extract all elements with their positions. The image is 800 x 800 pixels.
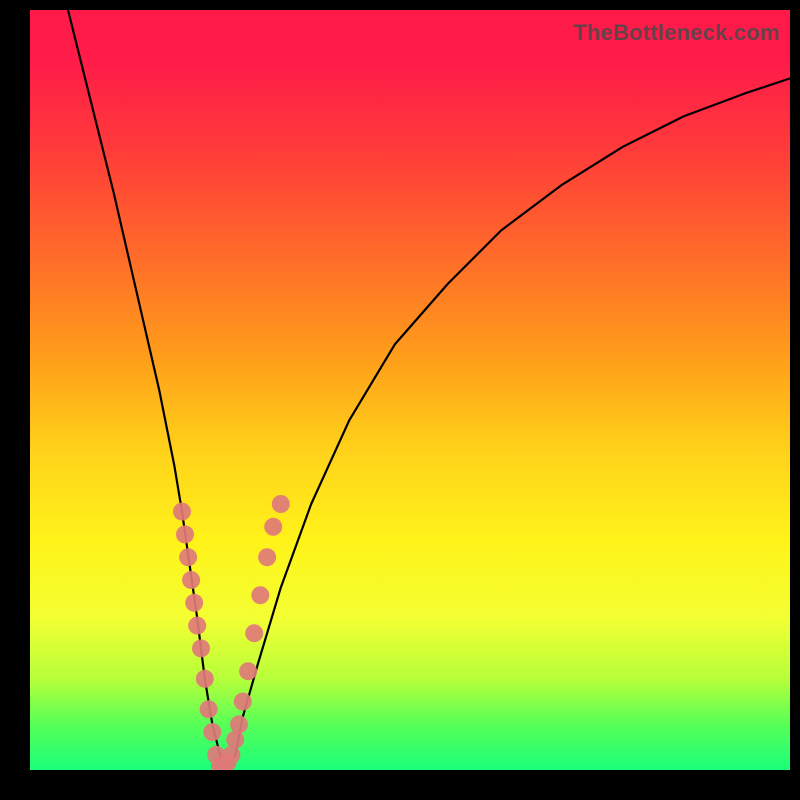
chart-frame: TheBottleneck.com — [0, 0, 800, 800]
data-point — [222, 746, 240, 764]
data-point — [239, 662, 257, 680]
chart-overlay — [30, 10, 790, 770]
dot-cluster-left — [173, 503, 229, 770]
data-point — [251, 586, 269, 604]
data-point — [264, 518, 282, 536]
data-point — [192, 639, 210, 657]
data-point — [230, 715, 248, 733]
data-point — [245, 624, 263, 642]
data-point — [203, 723, 221, 741]
data-point — [196, 670, 214, 688]
bottleneck-curve — [68, 10, 790, 770]
data-point — [173, 503, 191, 521]
data-point — [200, 700, 218, 718]
data-point — [234, 693, 252, 711]
plot-area: TheBottleneck.com — [30, 10, 790, 770]
data-point — [188, 617, 206, 635]
dot-cluster-right — [215, 495, 290, 770]
data-point — [176, 525, 194, 543]
data-point — [258, 548, 276, 566]
data-point — [226, 731, 244, 749]
data-point — [179, 548, 197, 566]
data-point — [182, 571, 200, 589]
data-point — [272, 495, 290, 513]
data-point — [185, 594, 203, 612]
